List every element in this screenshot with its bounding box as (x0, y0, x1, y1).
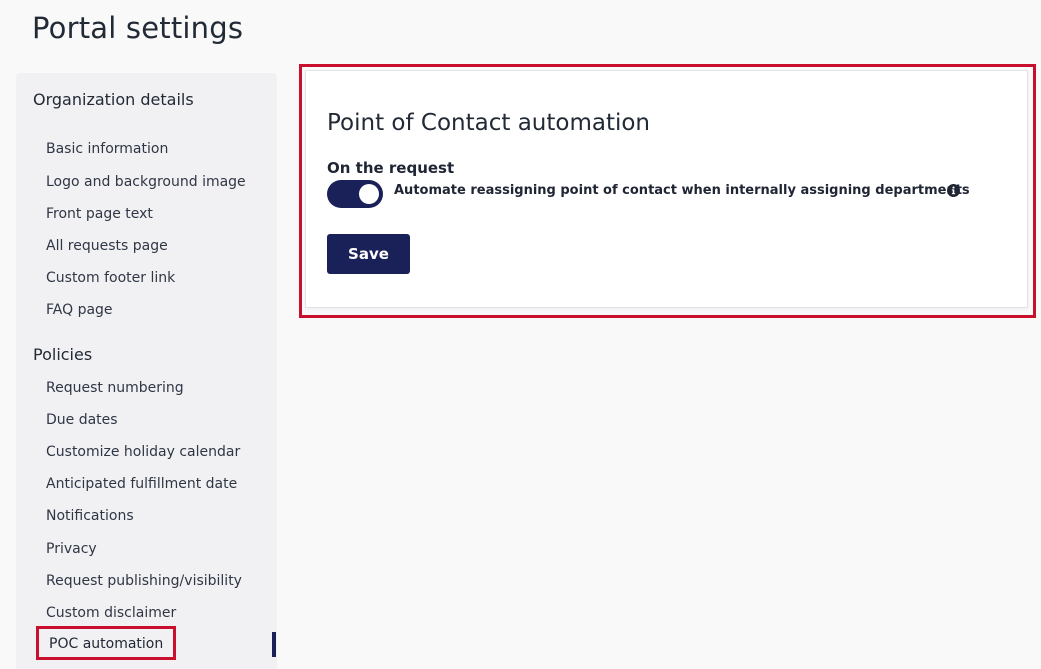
sidebar-item-notifications[interactable]: Notifications (46, 506, 134, 526)
on-the-request-label: On the request (327, 159, 455, 177)
page-title: Portal settings (32, 11, 244, 45)
sidebar-item-custom-footer-link[interactable]: Custom footer link (46, 268, 175, 288)
poc-automation-toggle[interactable] (327, 180, 383, 208)
sidebar-heading-policies: Policies (33, 345, 93, 364)
sidebar-item-front-page-text[interactable]: Front page text (46, 204, 153, 224)
sidebar-item-due-dates[interactable]: Due dates (46, 410, 118, 430)
info-icon[interactable] (947, 184, 960, 197)
sidebar-item-request-numbering[interactable]: Request numbering (46, 378, 184, 398)
save-button[interactable]: Save (327, 234, 410, 274)
sidebar-item-customize-holiday-calendar[interactable]: Customize holiday calendar (46, 442, 240, 462)
sidebar-item-privacy[interactable]: Privacy (46, 539, 97, 559)
settings-sidebar: Organization details Basic information L… (16, 73, 277, 669)
poc-automation-card: Point of Contact automation On the reque… (305, 70, 1028, 308)
sidebar-item-faq-page[interactable]: FAQ page (46, 300, 113, 320)
sidebar-item-logo-and-background-image[interactable]: Logo and background image (46, 172, 246, 192)
sidebar-item-basic-information[interactable]: Basic information (46, 139, 168, 159)
toggle-label: Automate reassigning point of contact wh… (394, 183, 970, 198)
toggle-knob (359, 184, 379, 204)
sidebar-heading-organization-details: Organization details (33, 90, 194, 109)
sidebar-item-all-requests-page[interactable]: All requests page (46, 236, 168, 256)
sidebar-item-anticipated-fulfillment-date[interactable]: Anticipated fulfillment date (46, 474, 237, 494)
sidebar-item-poc-automation[interactable]: POC automation (36, 626, 177, 660)
sidebar-item-request-publishing-visibility[interactable]: Request publishing/visibility (46, 571, 242, 591)
active-item-indicator (272, 632, 276, 657)
card-title: Point of Contact automation (327, 110, 651, 136)
sidebar-item-custom-disclaimer[interactable]: Custom disclaimer (46, 603, 176, 623)
